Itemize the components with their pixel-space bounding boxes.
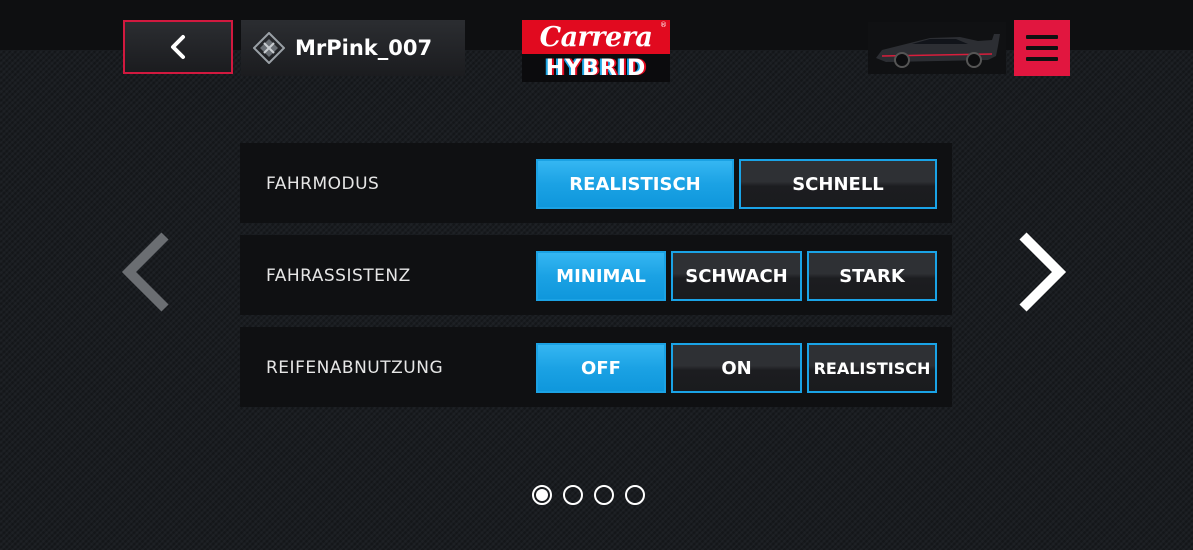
page-dot[interactable] (594, 485, 614, 505)
setting-row-fahrassistenz: FAHRASSISTENZ MINIMAL SCHWACH STARK (240, 235, 952, 315)
page-dot[interactable] (532, 485, 552, 505)
user-profile[interactable]: MrPink_007 (241, 20, 465, 76)
setting-row-reifenabnutzung: REIFENABNUTZUNG OFF ON REALISTISCH (240, 327, 952, 407)
option-on[interactable]: ON (671, 343, 802, 393)
setting-label: FAHRMODUS (266, 174, 380, 194)
option-realistisch[interactable]: REALISTISCH (807, 343, 937, 393)
username: MrPink_007 (295, 36, 433, 60)
race-car-icon (876, 34, 1000, 68)
chevron-left-icon (121, 232, 169, 312)
logo-sub: HYBRID (545, 55, 647, 81)
back-button[interactable] (123, 20, 233, 74)
hamburger-icon (1026, 35, 1058, 39)
option-off[interactable]: OFF (536, 343, 666, 393)
option-schnell[interactable]: SCHNELL (739, 159, 937, 209)
option-stark[interactable]: STARK (807, 251, 937, 301)
chevron-left-icon (171, 35, 185, 59)
next-page-button[interactable] (1013, 232, 1069, 312)
page-dot[interactable] (563, 485, 583, 505)
option-minimal[interactable]: MINIMAL (536, 251, 666, 301)
setting-label: FAHRASSISTENZ (266, 266, 411, 286)
option-realistisch[interactable]: REALISTISCH (536, 159, 734, 209)
page-indicator (532, 485, 645, 505)
chevron-right-icon (1019, 232, 1067, 312)
option-schwach[interactable]: SCHWACH (671, 251, 802, 301)
car-thumbnail[interactable] (868, 22, 1006, 74)
previous-page-button[interactable] (119, 232, 175, 312)
carrera-hybrid-logo: Carrera ® HYBRID (522, 20, 670, 82)
setting-label: REIFENABNUTZUNG (266, 358, 444, 378)
setting-row-fahrmodus: FAHRMODUS REALISTISCH SCHNELL (240, 143, 952, 223)
menu-button[interactable] (1014, 20, 1070, 76)
logo-brand: Carrera (539, 21, 653, 53)
driver-badge-icon (253, 32, 285, 64)
page-dot[interactable] (625, 485, 645, 505)
